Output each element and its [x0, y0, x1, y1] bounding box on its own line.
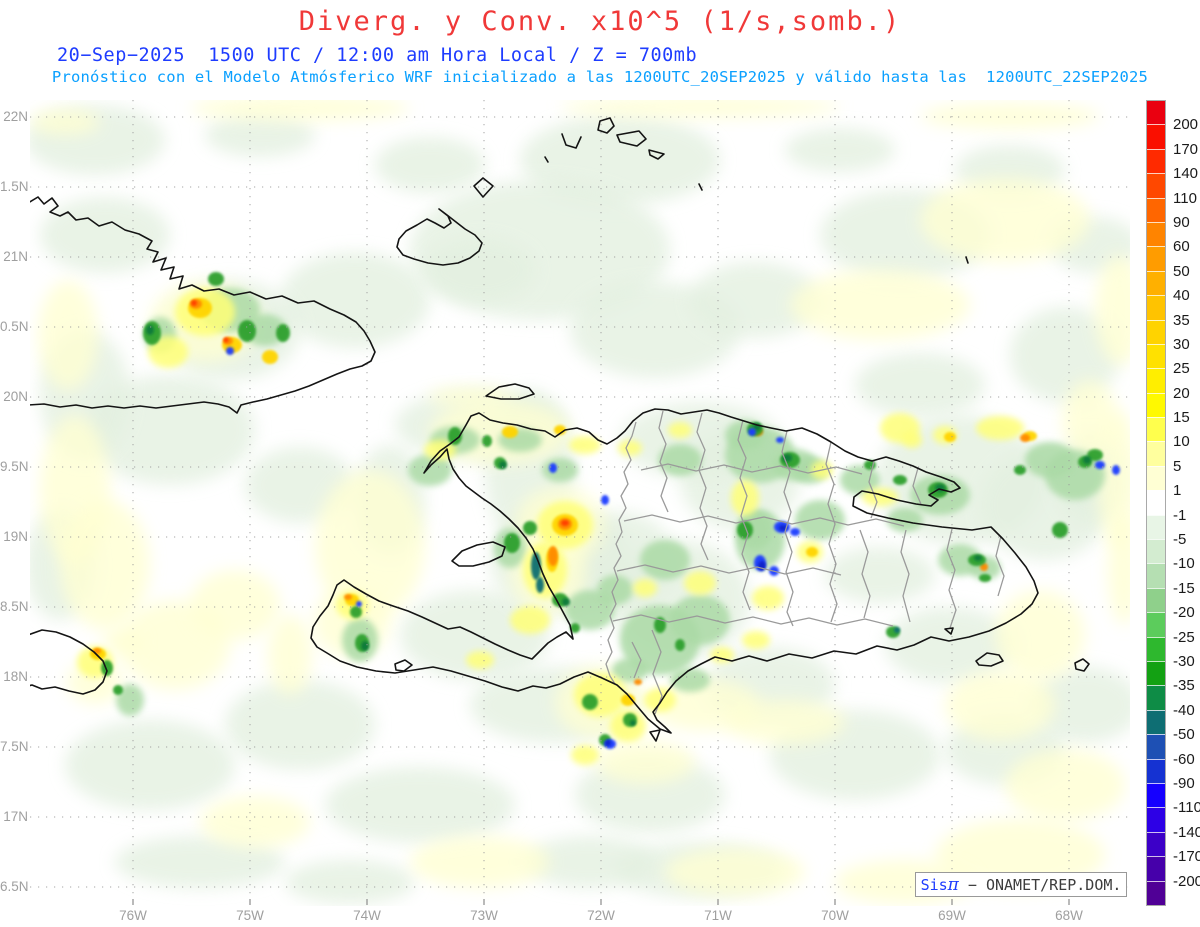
colorbar-tick-label: 35: [1173, 312, 1190, 329]
lon-tick-label: 76W: [111, 908, 155, 923]
colorbar-tick-label: -110: [1173, 799, 1200, 816]
colorbar-cell: 90: [1147, 198, 1165, 222]
colorbar-cell: 170: [1147, 124, 1165, 148]
colorbar-cell: -5: [1147, 515, 1165, 539]
lat-tick-label: 0.5N: [0, 319, 28, 334]
lat-tick-label: 19N: [0, 529, 28, 544]
colorbar-cell: 15: [1147, 393, 1165, 417]
colorbar-tick-label: -200: [1173, 873, 1200, 890]
lat-tick-label: 7.5N: [0, 739, 28, 754]
colorbar-tick-label: 15: [1173, 409, 1190, 426]
colorbar-tick-label: 10: [1173, 433, 1190, 450]
lat-tick-label: 8.5N: [0, 599, 28, 614]
attribution-text: − ONAMET/REP.DOM.: [959, 876, 1122, 894]
colorbar-tick-label: -60: [1173, 751, 1195, 768]
coastline-ile-a-vache: [395, 660, 412, 671]
colorbar-cell: 200: [1147, 101, 1165, 124]
divergence-field-background: [25, 95, 1145, 904]
coastline-beata-island: [650, 730, 660, 741]
colorbar-cell: -40: [1147, 685, 1165, 709]
colorbar-tick-label: -10: [1173, 555, 1195, 572]
colorbar-cell: 40: [1147, 271, 1165, 295]
colorbar-tick-label: -40: [1173, 702, 1195, 719]
colorbar-tick-label: 110: [1173, 190, 1197, 207]
colorbar-tick-label: 40: [1173, 287, 1190, 304]
colorbar-tick-label: 25: [1173, 360, 1190, 377]
colorbar-tick-label: -1: [1173, 507, 1186, 524]
colorbar-cell: -50: [1147, 710, 1165, 734]
colorbar-tick-label: 140: [1173, 165, 1198, 182]
attribution-box: Sisπ − ONAMET/REP.DOM.: [915, 872, 1127, 897]
colorbar-cell: 60: [1147, 222, 1165, 246]
pi-symbol: π: [948, 875, 959, 895]
colorbar-cell: -140: [1147, 807, 1165, 831]
colorbar-tick-label: 60: [1173, 238, 1190, 255]
colorbar-cell: -25: [1147, 612, 1165, 636]
colorbar-cell: 5: [1147, 441, 1165, 465]
colorbar-cell: 10: [1147, 417, 1165, 441]
lon-tick-label: 73W: [462, 908, 506, 923]
colorbar-tick-label: 1: [1173, 482, 1181, 499]
colorbar-tick-label: -25: [1173, 629, 1195, 646]
lon-tick-label: 70W: [813, 908, 857, 923]
lat-tick-label: 17N: [0, 809, 28, 824]
lat-tick-label: 21N: [0, 249, 28, 264]
colorbar-cell: 20: [1147, 368, 1165, 392]
lon-tick-label: 72W: [579, 908, 623, 923]
colorbar-tick-label: -30: [1173, 653, 1195, 670]
colorbar-cell: 1: [1147, 466, 1165, 490]
colorbar: 2001701401109060504035302520151051-1-5-1…: [1146, 100, 1166, 906]
colorbar-tick-label: 200: [1173, 116, 1198, 133]
colorbar-cell: -1: [1147, 490, 1165, 514]
lon-tick-label: 75W: [228, 908, 272, 923]
colorbar-cell: 35: [1147, 295, 1165, 319]
colorbar-cell: -35: [1147, 661, 1165, 685]
lon-tick-label: 74W: [345, 908, 389, 923]
colorbar-cell: -170: [1147, 832, 1165, 856]
colorbar-tick-label: -140: [1173, 824, 1200, 841]
colorbar-cell: -90: [1147, 759, 1165, 783]
lat-tick-label: 9.5N: [0, 459, 28, 474]
colorbar-tick-label: -50: [1173, 726, 1195, 743]
sispi-logo: Sis: [921, 876, 948, 894]
colorbar-tick-label: 50: [1173, 263, 1190, 280]
colorbar-cell: 140: [1147, 149, 1165, 173]
colorbar-tick-label: 90: [1173, 214, 1190, 231]
colorbar-cell: -15: [1147, 563, 1165, 587]
colorbar-cell: [1147, 881, 1165, 905]
colorbar-tick-label: -15: [1173, 580, 1195, 597]
lon-tick-label: 71W: [696, 908, 740, 923]
colorbar-tick-label: -5: [1173, 531, 1186, 548]
lat-tick-label: 22N: [0, 109, 28, 124]
colorbar-cell: -200: [1147, 856, 1165, 880]
colorbar-cell: -10: [1147, 539, 1165, 563]
colorbar-cell: -110: [1147, 783, 1165, 807]
colorbar-tick-label: -170: [1173, 848, 1200, 865]
colorbar-cell: 25: [1147, 344, 1165, 368]
lat-tick-label: 18N: [0, 669, 28, 684]
colorbar-cell: 30: [1147, 320, 1165, 344]
forecast-map: [0, 0, 1200, 927]
colorbar-tick-label: -20: [1173, 604, 1195, 621]
colorbar-tick-label: 20: [1173, 385, 1190, 402]
colorbar-cell: 110: [1147, 173, 1165, 197]
colorbar-tick-label: 5: [1173, 458, 1181, 475]
lat-tick-label: 1.5N: [0, 179, 28, 194]
lat-tick-label: 20N: [0, 389, 28, 404]
colorbar-cell: -20: [1147, 588, 1165, 612]
colorbar-tick-label: 170: [1173, 141, 1198, 158]
lat-tick-label: 6.5N: [0, 879, 28, 894]
colorbar-cell: -30: [1147, 637, 1165, 661]
lon-tick-label: 69W: [930, 908, 974, 923]
colorbar-tick-label: 30: [1173, 336, 1190, 353]
colorbar-cell: 50: [1147, 246, 1165, 270]
colorbar-tick-label: -35: [1173, 677, 1195, 694]
weather-chart-page: Diverg. y Conv. x10^5 (1/s,somb.) 20−Sep…: [0, 0, 1200, 927]
colorbar-cell: -60: [1147, 734, 1165, 758]
colorbar-tick-label: -90: [1173, 775, 1195, 792]
lon-tick-label: 68W: [1047, 908, 1091, 923]
